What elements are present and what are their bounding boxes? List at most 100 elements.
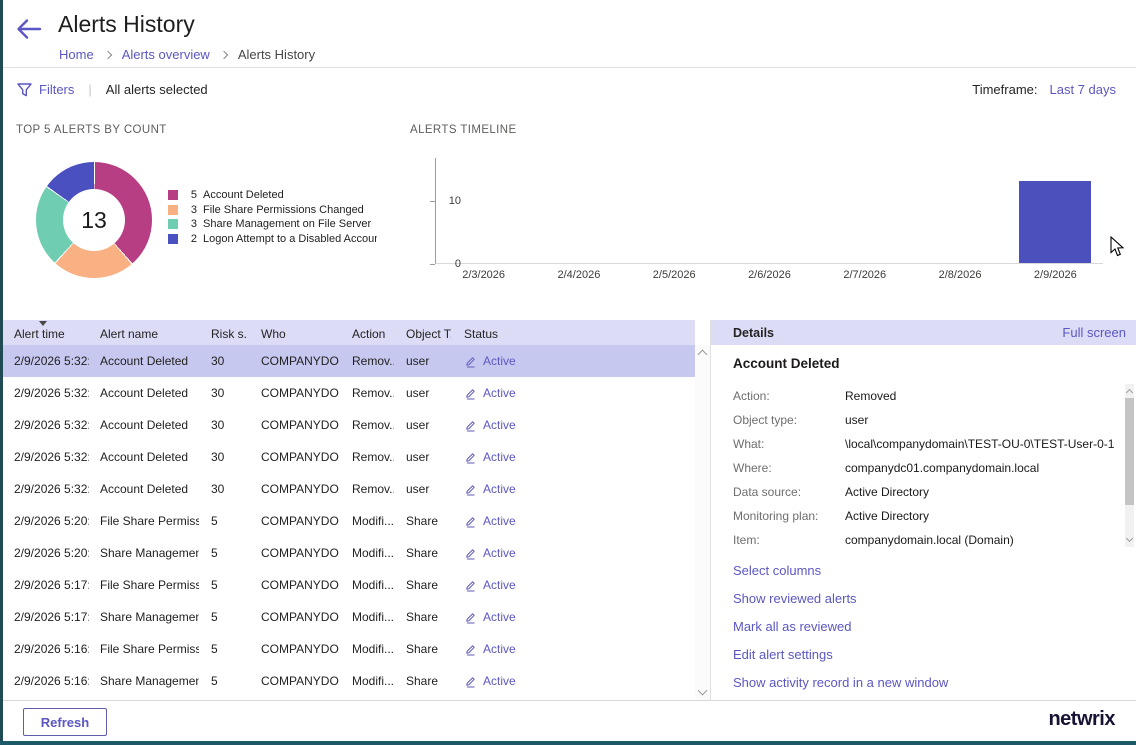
details-scrollbar[interactable] (1125, 384, 1134, 547)
details-field-row: Object type:user (733, 408, 1124, 432)
legend-swatch (168, 219, 178, 229)
table-cell: 5 (199, 578, 246, 592)
status-active-link[interactable]: Active (483, 354, 516, 368)
column-header-alert-name[interactable]: Alert name (89, 320, 199, 345)
status-cell: Active (451, 354, 695, 368)
top-alerts-donut-chart[interactable]: 13 (36, 162, 152, 278)
table-row[interactable]: 2/9/2026 5:20:...Share Management ...5CO… (3, 537, 695, 569)
status-cell: Active (451, 418, 695, 432)
details-field-label: Action: (733, 389, 845, 403)
status-active-link[interactable]: Active (483, 674, 516, 688)
table-row[interactable]: 2/9/2026 5:17:...Share Management ...5CO… (3, 601, 695, 633)
table-cell: File Share Permissio... (89, 578, 199, 592)
table-cell: COMPANYDOM... (246, 546, 339, 560)
scroll-down-icon[interactable] (1125, 535, 1132, 542)
timeline-bar-slot (531, 158, 626, 263)
column-header-action[interactable]: Action (339, 320, 394, 345)
table-cell: File Share Permissio... (89, 642, 199, 656)
details-field-row: Where:companydc01.companydomain.local (733, 456, 1124, 480)
select-columns-link[interactable]: Select columns (733, 556, 948, 584)
column-header-risk-s[interactable]: Risk s... (199, 320, 246, 345)
show-activity-record-in-a-new-window-link[interactable]: Show activity record in a new window (733, 668, 948, 696)
table-cell: 2/9/2026 5:16:... (3, 642, 89, 656)
status-active-link[interactable]: Active (483, 386, 516, 400)
table-cell: Remov... (339, 450, 394, 464)
edit-pencil-icon (464, 643, 477, 656)
back-button[interactable] (13, 15, 43, 43)
column-header-status[interactable]: Status (451, 320, 695, 345)
table-cell: user (394, 386, 451, 400)
table-cell: COMPANYDOM... (246, 482, 339, 496)
full-screen-link[interactable]: Full screen (1062, 325, 1126, 340)
scroll-up-icon[interactable] (698, 350, 708, 360)
table-cell: COMPANYDOM... (246, 674, 339, 688)
table-row[interactable]: 2/9/2026 5:16:...File Share Permissio...… (3, 633, 695, 665)
table-row[interactable]: 2/9/2026 5:32:...Account Deleted30COMPAN… (3, 441, 695, 473)
legend-label: Account Deleted (203, 189, 284, 201)
edit-pencil-icon (464, 675, 477, 688)
column-header-alert-time[interactable]: Alert time (3, 320, 89, 345)
details-field-label: Monitoring plan: (733, 509, 845, 523)
column-header-label: Object T... (406, 327, 451, 341)
timeline-chart-title: ALERTS TIMELINE (410, 124, 517, 136)
status-cell: Active (451, 546, 695, 560)
edit-pencil-icon (464, 579, 477, 592)
table-row[interactable]: 2/9/2026 5:32:...Account Deleted30COMPAN… (3, 409, 695, 441)
mark-all-as-reviewed-link[interactable]: Mark all as reviewed (733, 612, 948, 640)
table-row[interactable]: 2/9/2026 5:20:...File Share Permissio...… (3, 505, 695, 537)
details-field-value: Active Directory (845, 509, 929, 523)
status-active-link[interactable]: Active (483, 450, 516, 464)
column-header-who[interactable]: Who (246, 320, 339, 345)
table-row[interactable]: 2/9/2026 5:17:...File Share Permissio...… (3, 569, 695, 601)
status-active-link[interactable]: Active (483, 546, 516, 560)
sort-descending-icon (39, 321, 47, 326)
table-cell: 2/9/2026 5:32:... (3, 386, 89, 400)
table-cell: 5 (199, 674, 246, 688)
scrollbar-thumb[interactable] (1125, 398, 1134, 505)
table-cell: COMPANYDOM... (246, 610, 339, 624)
table-cell: 5 (199, 514, 246, 528)
table-cell: 30 (199, 418, 246, 432)
details-field-row: Item:companydomain.local (Domain) (733, 528, 1124, 547)
table-scrollbar[interactable] (695, 345, 710, 700)
details-field-label: What: (733, 437, 845, 451)
page-title: Alerts History (58, 11, 195, 38)
status-active-link[interactable]: Active (483, 578, 516, 592)
edit-alert-settings-link[interactable]: Edit alert settings (733, 640, 948, 668)
table-row[interactable]: 2/9/2026 5:16:...Share Management ...5CO… (3, 665, 695, 697)
scroll-down-icon[interactable] (698, 686, 708, 696)
table-cell: 30 (199, 386, 246, 400)
status-active-link[interactable]: Active (483, 418, 516, 432)
column-header-label: Status (464, 327, 498, 341)
table-row[interactable]: 2/9/2026 5:32:...Account Deleted30COMPAN… (3, 473, 695, 505)
table-cell: 2/9/2026 5:32:... (3, 482, 89, 496)
table-cell: Account Deleted (89, 450, 199, 464)
breadcrumb-item[interactable]: Alerts overview (122, 47, 210, 62)
timeframe-value-link[interactable]: Last 7 days (1050, 82, 1117, 97)
refresh-button[interactable]: Refresh (23, 708, 107, 736)
filters-button[interactable]: Filters (39, 82, 74, 97)
breadcrumb: HomeAlerts overviewAlerts History (59, 47, 315, 62)
breadcrumb-separator-icon (103, 50, 111, 58)
details-field-label: Object type: (733, 413, 845, 427)
column-header-label: Who (261, 327, 286, 341)
status-cell: Active (451, 450, 695, 464)
status-active-link[interactable]: Active (483, 642, 516, 656)
status-active-link[interactable]: Active (483, 514, 516, 528)
show-reviewed-alerts-link[interactable]: Show reviewed alerts (733, 584, 948, 612)
table-row[interactable]: 2/9/2026 5:32:...Account Deleted30COMPAN… (3, 345, 695, 377)
status-active-link[interactable]: Active (483, 610, 516, 624)
status-active-link[interactable]: Active (483, 482, 516, 496)
scroll-up-icon[interactable] (1125, 389, 1132, 396)
column-header-object-t[interactable]: Object T... (394, 320, 451, 345)
netwrix-logo: netwrix (1048, 708, 1115, 731)
table-cell: Remov... (339, 418, 394, 432)
breadcrumb-item[interactable]: Home (59, 47, 94, 62)
timeline-bar[interactable] (1019, 181, 1091, 263)
timeline-bar-slot (436, 158, 531, 263)
table-cell: user (394, 450, 451, 464)
table-cell: user (394, 482, 451, 496)
panel-divider (710, 320, 711, 700)
edit-pencil-icon (464, 483, 477, 496)
table-row[interactable]: 2/9/2026 5:32:...Account Deleted30COMPAN… (3, 377, 695, 409)
